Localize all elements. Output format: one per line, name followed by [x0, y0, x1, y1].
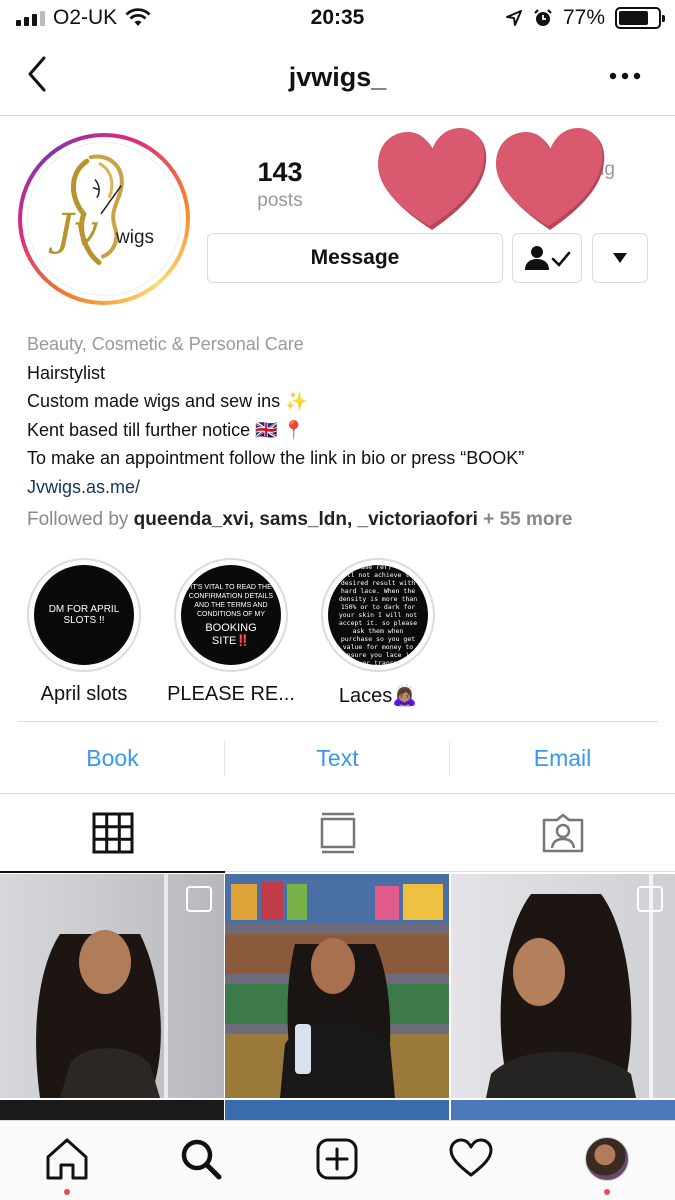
notification-dot [604, 1189, 610, 1195]
active-tab-indicator [0, 871, 225, 873]
profile-avatar [585, 1137, 629, 1181]
multiple-posts-icon [186, 886, 212, 912]
grid-icon [92, 812, 133, 854]
bio-line: To make an appointment follow the link i… [27, 448, 525, 469]
home-icon [46, 1138, 88, 1180]
highlight-cover-emphasis: BOOKING SITE‼️ [205, 622, 257, 647]
post-thumbnail[interactable] [451, 874, 675, 1098]
nav-search[interactable] [176, 1137, 226, 1183]
search-icon [181, 1139, 222, 1180]
post-thumbnail[interactable] [0, 1100, 224, 1120]
logo-monogram: Jv [56, 205, 99, 256]
followed-by-names: queenda_xvi, sams_ldn, _victoriaofori [133, 508, 478, 530]
feed-icon [320, 812, 355, 854]
nav-home[interactable] [42, 1137, 92, 1195]
nav-new-post[interactable] [312, 1137, 362, 1183]
stat-posts-label: posts [257, 190, 303, 211]
book-button[interactable]: Book [0, 736, 225, 782]
alarm-icon [534, 9, 552, 26]
heart-stickers-overlay [378, 128, 605, 230]
logo-wordmark: wigs [116, 227, 155, 248]
battery-percent: 77% [562, 6, 605, 29]
nav-activity[interactable] [446, 1137, 496, 1183]
status-bar: O2-UK 20:35 77% [0, 0, 675, 40]
add-post-icon [316, 1138, 358, 1180]
location-arrow-icon [505, 10, 522, 26]
followed-by-more-prefix: + 55 more [477, 508, 573, 530]
activity-heart-icon [449, 1138, 493, 1177]
profile-header: jvwigs_ [0, 40, 675, 116]
divider [18, 721, 658, 722]
highlight-cover: IT'S VITAL TO READ THE CONFIRMATION DETA… [181, 565, 281, 665]
battery-fill [619, 11, 649, 25]
story-highlight-laces[interactable]: density lace is hard like same rer) as y… [320, 558, 436, 708]
story-highlight-please-read[interactable]: IT'S VITAL TO READ THE CONFIRMATION DETA… [167, 558, 295, 706]
profile-username-title: jvwigs_ [288, 62, 387, 92]
person-check-icon [525, 246, 571, 270]
post-thumbnail[interactable] [225, 1100, 449, 1120]
tab-tagged[interactable] [450, 794, 675, 872]
stat-posts-count: 143 [257, 157, 303, 187]
highlight-label: Laces🙇🏽‍♀️ [338, 685, 418, 707]
story-highlight-april-slots[interactable]: DM FOR APRIL SLOTS !! April slots [26, 558, 142, 706]
post-thumbnail[interactable] [451, 1100, 675, 1120]
bio-line: Hairstylist [27, 362, 106, 383]
stat-posts[interactable]: 143 posts [220, 157, 340, 212]
followed-by[interactable]: Followed by queenda_xvi, sams_ldn, _vict… [27, 506, 657, 535]
email-button[interactable]: Email [450, 736, 675, 782]
highlight-label: PLEASE RE... [167, 683, 295, 705]
highlight-label: April slots [40, 683, 128, 705]
status-right: 77% [505, 6, 665, 30]
profile-content-tabs [0, 794, 675, 873]
caret-down-icon [613, 253, 627, 263]
message-button[interactable]: Message [207, 233, 503, 283]
post-thumbnail[interactable] [0, 874, 224, 1098]
suggested-accounts-dropdown[interactable] [592, 233, 648, 283]
followed-by-prefix: Followed by [27, 508, 134, 530]
profile-avatar[interactable]: Jv wigs [18, 133, 190, 305]
bio-line: Kent based till further notice 🇬🇧 📍 [27, 419, 305, 440]
logo-illustration [71, 154, 124, 266]
battery-icon [615, 7, 665, 29]
highlight-cover-text: density lace is hard like same rer) as y… [336, 565, 420, 665]
tagged-icon [542, 813, 583, 853]
nav-profile[interactable] [582, 1137, 632, 1195]
tab-grid[interactable] [0, 794, 225, 873]
tab-feed[interactable] [225, 794, 450, 872]
brand-logo: Jv wigs [27, 142, 181, 296]
bio-website-link[interactable]: Jvwigs.as.me/ [27, 473, 657, 502]
highlight-cover-text: DM FOR APRIL SLOTS !! [48, 604, 120, 626]
bio-line: Custom made wigs and sew ins ✨ [27, 391, 308, 412]
more-options-icon[interactable] [605, 62, 645, 90]
posts-grid [0, 874, 675, 1120]
divider [449, 740, 450, 776]
profile-bio: Beauty, Cosmetic & Personal Care Hairsty… [27, 330, 657, 534]
post-thumbnail[interactable] [225, 874, 449, 1098]
bio-category: Beauty, Cosmetic & Personal Care [27, 334, 304, 354]
following-button[interactable] [512, 233, 582, 283]
text-button[interactable]: Text [225, 736, 450, 782]
multiple-posts-icon [637, 886, 663, 912]
bottom-navigation [0, 1120, 675, 1200]
highlight-cover-text: IT'S VITAL TO READ THE CONFIRMATION DETA… [188, 584, 274, 618]
contact-buttons: Book Text Email [0, 736, 675, 782]
divider [224, 740, 225, 776]
highlight-cover: DM FOR APRIL SLOTS !! [34, 565, 134, 665]
notification-dot [64, 1189, 70, 1195]
highlight-cover: density lace is hard like same rer) as y… [328, 565, 428, 665]
